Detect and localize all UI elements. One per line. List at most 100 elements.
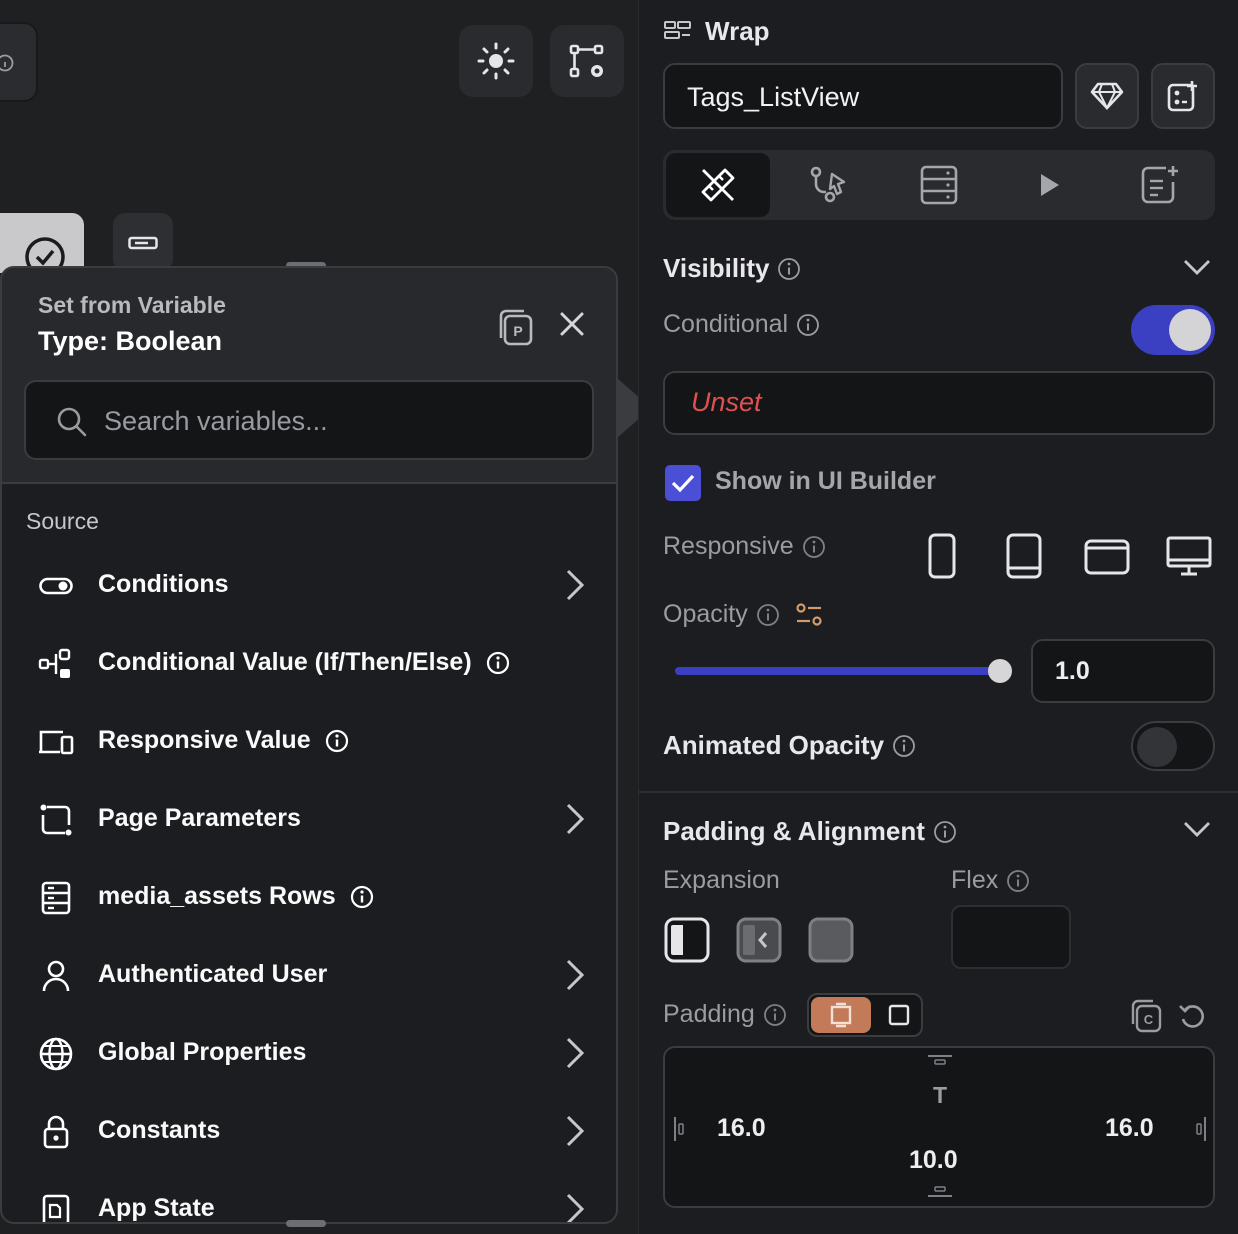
widget-chip-input[interactable] [113,213,173,271]
toggle-knob [1169,309,1211,351]
opacity-label-row: Opacity [663,600,824,629]
show-in-builder-label: Show in UI Builder [715,467,936,495]
tab-add-document[interactable] [1107,153,1211,217]
theme-toggle-button[interactable] [459,25,533,97]
copy-parameter-button[interactable]: P [496,308,534,353]
tab-actions[interactable] [777,153,881,217]
info-icon[interactable] [325,729,349,753]
padding-top-handle-icon[interactable] [927,1054,953,1066]
search-icon [57,407,87,437]
info-icon[interactable] [796,313,820,337]
info-icon[interactable] [756,603,780,627]
info-icon[interactable] [1006,869,1030,893]
info-icon[interactable] [777,257,801,281]
database-icon [920,165,958,205]
info-icon[interactable] [933,820,957,844]
properties-panel: Wrap Visibility Conditional [638,0,1238,1234]
canvas-info-button[interactable] [0,22,38,102]
padding-left-handle-icon[interactable] [673,1116,685,1142]
info-icon[interactable] [350,885,374,909]
close-button[interactable] [558,310,586,343]
expand-collapse-icon [736,917,782,963]
action-flow-icon [810,166,846,203]
popover-subtitle: Set from Variable [38,292,226,318]
padding-top-label[interactable]: T [933,1082,947,1109]
info-icon[interactable] [892,734,916,758]
reset-icon[interactable] [1177,1000,1209,1037]
expansion-default-button[interactable] [736,917,782,963]
padding-right-handle-icon[interactable] [1195,1116,1207,1142]
chevron-down-icon[interactable] [1181,256,1213,283]
globe-icon [36,1036,76,1072]
popover-header: Set from Variable Type: Boolean P [2,268,616,484]
opacity-input[interactable]: 1.0 [1031,639,1215,703]
flex-input[interactable] [951,905,1071,969]
popover-bottom-handle[interactable] [286,1220,326,1227]
wrap-widget-icon [663,20,693,47]
phone-icon[interactable] [927,532,957,585]
padding-left-value[interactable]: 16.0 [717,1114,766,1143]
animated-opacity-row: Animated Opacity [663,730,916,761]
opacity-slider-track[interactable] [675,667,1001,675]
source-item-app-state[interactable]: App State [2,1170,616,1222]
add-note-icon [1141,166,1178,204]
desktop-icon[interactable] [1165,532,1213,585]
opacity-slider-handle[interactable] [988,659,1012,683]
search-variables-field[interactable] [24,380,594,460]
widget-type-title: Wrap [705,16,770,46]
widget-name-field[interactable] [663,63,1063,129]
widget-name-input[interactable] [687,79,1037,115]
tab-backend-query[interactable] [887,153,991,217]
user-icon [36,958,76,994]
tab-properties[interactable] [666,153,770,217]
condition-value-field[interactable]: Unset [663,371,1215,435]
show-in-builder-checkbox[interactable] [665,465,701,501]
search-input[interactable] [104,400,574,442]
animated-opacity-toggle[interactable] [1131,721,1215,771]
padding-bottom-handle-icon[interactable] [927,1186,953,1198]
source-label: Source [26,508,99,534]
source-item-label: Authenticated User [98,960,328,988]
padding-alignment-section-title[interactable]: Padding & Alignment [663,816,957,847]
info-icon[interactable] [802,535,826,559]
source-item-label: App State [98,1194,215,1222]
source-item-label: Conditional Value (If/Then/Else) [98,648,472,676]
source-item-media-assets-rows[interactable]: media_assets Rows [2,858,616,936]
selected-widget-chip[interactable] [0,213,84,277]
source-item-page-parameters[interactable]: Page Parameters [2,780,616,858]
padding-bottom-value[interactable]: 10.0 [909,1146,958,1175]
visibility-section-title[interactable]: Visibility [663,253,801,284]
info-icon[interactable] [763,1003,787,1027]
expansion-flexible-button[interactable] [664,917,710,963]
expansion-expanded-button[interactable] [808,917,854,963]
chevron-right-icon [560,1034,588,1077]
source-item-global-properties[interactable]: Global Properties [2,1014,616,1092]
variable-settings-icon[interactable] [794,601,824,629]
padding-uniform-button[interactable] [879,997,919,1033]
source-item-authenticated-user[interactable]: Authenticated User [2,936,616,1014]
expand-full-icon [808,917,854,963]
animated-opacity-label: Animated Opacity [663,730,885,760]
page-params-icon [36,802,76,838]
add-component-button[interactable] [1151,63,1215,129]
toggle-icon [36,568,76,604]
conditional-toggle[interactable] [1131,305,1215,355]
svg-text:P: P [513,323,522,339]
source-item-constants[interactable]: Constants [2,1092,616,1170]
chevron-right-icon [560,1112,588,1155]
chevron-right-icon [560,800,588,843]
chevron-down-icon[interactable] [1181,818,1213,845]
tablet-landscape-icon[interactable] [1083,532,1131,585]
padding-right-value[interactable]: 16.0 [1105,1114,1154,1143]
premium-button[interactable] [1075,63,1139,129]
copy-padding-icon[interactable]: C [1129,998,1163,1039]
tab-animations[interactable] [997,153,1101,217]
info-icon[interactable] [486,651,510,675]
source-item-conditions[interactable]: Conditions [2,546,616,624]
source-item-conditional-value[interactable]: Conditional Value (If/Then/Else) [2,624,616,702]
tree-settings-button[interactable] [550,25,624,97]
tablet-icon[interactable] [1005,532,1043,585]
source-item-responsive-value[interactable]: Responsive Value [2,702,616,780]
padding-per-side-button[interactable] [811,997,871,1033]
source-item-label: media_assets Rows [98,882,336,910]
